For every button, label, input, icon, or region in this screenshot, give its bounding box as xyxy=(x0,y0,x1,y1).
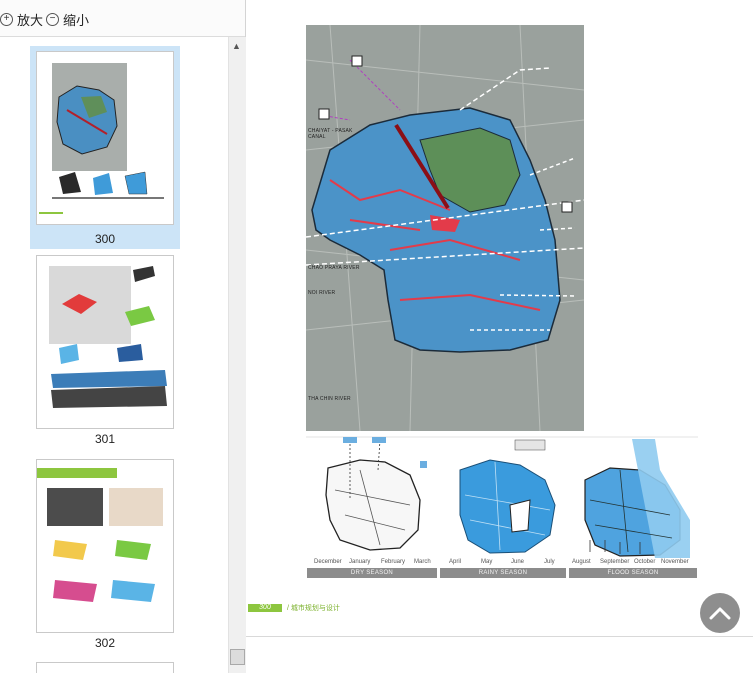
season-label-rainy: RAINY SEASON xyxy=(440,568,566,578)
map-label: CHAO PRAYA RIVER xyxy=(308,265,360,271)
map-label: NOI RIVER xyxy=(308,290,336,296)
page-footer-number: 300 xyxy=(248,604,282,612)
month-label: December xyxy=(314,559,342,565)
month-label: September xyxy=(600,559,630,565)
chevron-up-icon xyxy=(709,607,731,620)
month-label: February xyxy=(381,559,406,565)
scroll-to-top-button[interactable] xyxy=(700,593,740,633)
month-label: August xyxy=(572,559,591,565)
month-label: January xyxy=(349,559,371,565)
map-label: CHAIYAT - PASAK CANAL xyxy=(308,128,353,140)
month-label: April xyxy=(449,559,462,565)
page-gap xyxy=(246,636,753,674)
month-label: May xyxy=(481,559,493,565)
month-label: June xyxy=(511,559,525,565)
map-label: THA CHIN RIVER xyxy=(308,396,351,402)
rainy-season-diagram xyxy=(459,459,556,554)
season-label-dry: DRY SEASON xyxy=(307,568,437,578)
season-label-flood: FLOOD SEASON xyxy=(569,568,697,578)
dry-season-diagram xyxy=(325,459,421,551)
month-label: March xyxy=(414,559,431,565)
page-footer-section: / 城市规划与设计 xyxy=(287,605,340,612)
month-label: November xyxy=(661,559,689,565)
month-label: October xyxy=(634,559,656,565)
month-label: July xyxy=(544,559,555,565)
